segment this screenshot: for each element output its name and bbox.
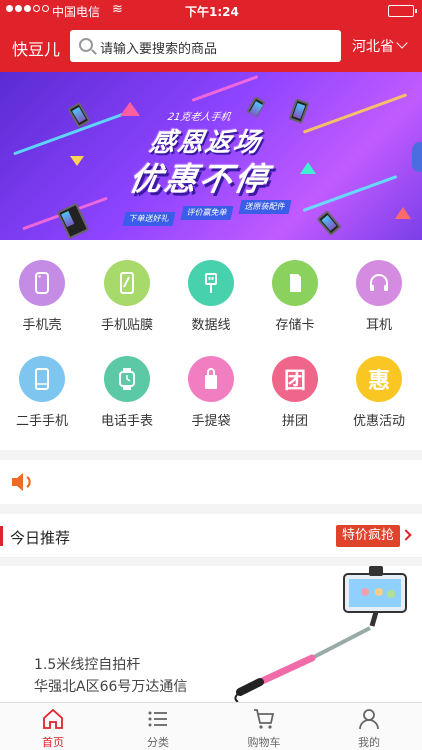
- category-label: 二手手机: [15, 414, 68, 429]
- product-shop: 华强北A区66号万达通信: [34, 679, 188, 695]
- phone-graphic: [56, 202, 90, 240]
- tab-label: 我的: [358, 736, 380, 749]
- product-card[interactable]: 1.5米线控自拍杆 华强北A区66号万达通信: [0, 566, 422, 702]
- category-label: 手机贴膜: [100, 318, 153, 333]
- search-placeholder: 请输入要搜索的商品: [100, 42, 218, 57]
- phone-case-icon: [19, 260, 65, 306]
- screen-film-icon: [104, 260, 150, 306]
- category-memory-card[interactable]: 存储卡: [255, 260, 335, 333]
- handbag-icon: [188, 356, 234, 402]
- category-label: 电话手表: [100, 414, 153, 429]
- category-screen-film[interactable]: 手机贴膜: [87, 260, 167, 333]
- tab-label: 购物车: [247, 736, 281, 749]
- chevron-down-icon[interactable]: [396, 37, 408, 49]
- phone-graphic: [67, 101, 91, 129]
- product-name: 1.5米线控自拍杆: [34, 657, 141, 673]
- headphones-icon: [356, 260, 402, 306]
- section-accent: [0, 526, 3, 546]
- top-bar: 快豆儿 请输入要搜索的商品 河北省: [0, 22, 422, 72]
- speaker-icon: [12, 473, 31, 491]
- banner-title-line2: 优惠不停: [126, 160, 274, 198]
- usb-cable-icon: [188, 260, 234, 306]
- tab-home[interactable]: 首页: [23, 707, 83, 750]
- selfie-stick-image: [234, 566, 407, 702]
- banner-indicator: [412, 142, 422, 172]
- category-group-buy[interactable]: 团 拼团: [255, 356, 335, 429]
- announcement-bar[interactable]: [0, 460, 422, 504]
- category-label: 手机壳: [22, 318, 62, 333]
- category-label: 拼团: [281, 414, 308, 429]
- tab-label: 分类: [147, 736, 169, 749]
- bottom-tab-bar: 首页 分类 购物车 我的: [0, 702, 422, 750]
- region-selector[interactable]: 河北省: [352, 36, 394, 56]
- home-icon: [43, 708, 63, 729]
- category-label: 耳机: [365, 318, 392, 333]
- wifi-icon: ≋: [112, 2, 123, 17]
- chevron-right-icon[interactable]: [400, 529, 412, 541]
- category-usb-cable[interactable]: 数据线: [171, 260, 251, 333]
- memory-card-icon: [272, 260, 318, 306]
- category-smart-watch[interactable]: 电话手表: [87, 356, 167, 429]
- banner-pill: 送原装配件: [238, 200, 292, 214]
- list-icon: [148, 711, 167, 727]
- category-used-phone[interactable]: 二手手机: [2, 356, 82, 429]
- group-buy-icon: 团: [272, 356, 318, 402]
- hot-deals-badge[interactable]: 特价疯抢: [336, 525, 401, 547]
- cart-icon: [254, 709, 275, 729]
- search-input[interactable]: 请输入要搜索的商品: [70, 30, 341, 62]
- category-promotion[interactable]: 惠 优惠活动: [339, 356, 419, 429]
- app-logo[interactable]: 快豆儿: [12, 36, 60, 60]
- banner-subtitle: 21克老人手机: [166, 112, 232, 123]
- carrier-label: 中国电信: [52, 5, 101, 19]
- search-icon: [79, 38, 93, 52]
- category-label: 存储卡: [275, 318, 315, 333]
- category-label: 数据线: [191, 318, 231, 333]
- tab-cart[interactable]: 购物车: [234, 707, 294, 750]
- category-phone-case[interactable]: 手机壳: [2, 260, 82, 333]
- banner-pill: 评价赢免单: [180, 206, 234, 220]
- category-label: 手提袋: [191, 414, 231, 429]
- signal-icon: [6, 5, 49, 12]
- banner-pill: 下单送好礼: [122, 212, 176, 226]
- tab-profile[interactable]: 我的: [339, 707, 399, 750]
- phone-graphic: [246, 96, 266, 118]
- tab-label: 首页: [42, 736, 64, 749]
- phone-graphic: [288, 98, 310, 124]
- category-label: 优惠活动: [352, 414, 405, 429]
- section-title: 今日推荐: [10, 529, 71, 547]
- recommend-header: 今日推荐 特价疯抢: [0, 514, 422, 558]
- used-phone-icon: [19, 356, 65, 402]
- tab-category[interactable]: 分类: [128, 707, 188, 750]
- status-bar: 中国电信 ≋ 下午1:24: [0, 0, 422, 22]
- smart-watch-icon: [104, 356, 150, 402]
- category-headphones[interactable]: 耳机: [339, 260, 419, 333]
- category-grid: 手机壳 手机贴膜 数据线 存储卡 耳机 二手手机 电话手表 手提袋 团 拼团 惠…: [0, 240, 422, 450]
- promo-banner[interactable]: 21克老人手机 感恩返场 优惠不停 下单送好礼 评价赢免单 送原装配件: [0, 72, 422, 240]
- battery-icon: [388, 5, 417, 17]
- category-handbag[interactable]: 手提袋: [171, 356, 251, 429]
- phone-graphic: [316, 210, 342, 236]
- user-icon: [359, 709, 379, 730]
- promotion-icon: 惠: [356, 356, 402, 402]
- clock: 下午1:24: [185, 5, 239, 19]
